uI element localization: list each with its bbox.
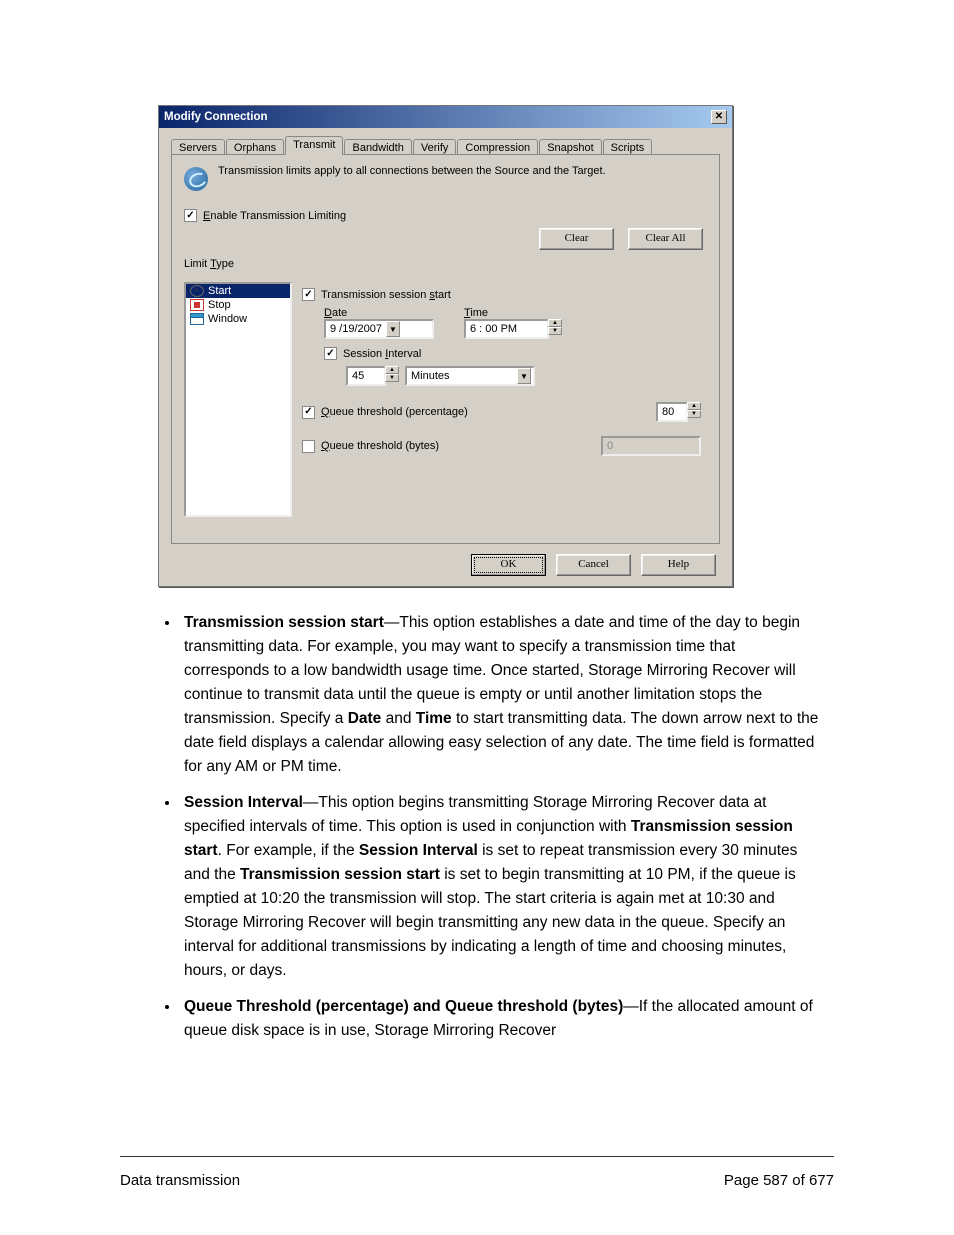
session-start-checkbox[interactable]: [302, 288, 315, 301]
window-icon: [190, 313, 204, 325]
interval-unit-dropdown[interactable]: Minutes▼: [405, 366, 535, 386]
footer-divider: [120, 1156, 834, 1157]
transmit-info-text: Transmission limits apply to all connect…: [218, 165, 606, 177]
queue-bytes-checkbox[interactable]: [302, 440, 315, 453]
ok-button[interactable]: OK: [471, 554, 546, 576]
enable-limiting-checkbox[interactable]: [184, 209, 197, 222]
queue-pct-input[interactable]: 80: [656, 402, 688, 422]
list-item: Queue Threshold (percentage) and Queue t…: [180, 995, 824, 1043]
chevron-down-icon[interactable]: ▼: [386, 321, 400, 337]
transmit-info-icon: [184, 167, 208, 191]
interval-spinner[interactable]: ▲▼: [385, 366, 399, 386]
date-label: Date: [324, 307, 434, 319]
date-input[interactable]: 9 /19/2007▼: [324, 319, 434, 339]
chevron-down-icon[interactable]: ▼: [517, 368, 531, 384]
footer-left: Data transmission: [120, 1172, 240, 1189]
dialog-titlebar[interactable]: Modify Connection ✕: [159, 106, 732, 128]
enable-limiting-label: Enable Transmission Limiting: [203, 210, 346, 222]
explanation-list: Transmission session start—This option e…: [180, 611, 834, 1043]
list-item: Transmission session start—This option e…: [180, 611, 824, 779]
queue-bytes-label: Queue threshold (bytes): [321, 440, 439, 452]
limit-type-listbox[interactable]: Start Stop Window: [184, 282, 292, 517]
clear-all-button[interactable]: Clear All: [628, 228, 703, 250]
time-input[interactable]: 6 : 00 PM: [464, 319, 549, 339]
list-item-start[interactable]: Start: [186, 284, 290, 298]
queue-pct-checkbox[interactable]: [302, 406, 315, 419]
queue-pct-spinner[interactable]: ▲▼: [687, 402, 701, 422]
session-interval-label: Session Interval: [343, 348, 421, 360]
transmit-panel: Transmission limits apply to all connect…: [171, 154, 720, 544]
stop-icon: [190, 299, 204, 311]
tab-strip: Servers Orphans Transmit Bandwidth Verif…: [171, 136, 720, 155]
clock-icon: [190, 285, 204, 297]
cancel-button[interactable]: Cancel: [556, 554, 631, 576]
interval-value-input[interactable]: 45: [346, 366, 386, 386]
modify-connection-dialog: Modify Connection ✕ Servers Orphans Tran…: [158, 105, 733, 587]
queue-pct-label: Queue threshold (percentage): [321, 406, 468, 418]
time-spinner[interactable]: ▲▼: [548, 319, 562, 339]
footer-right: Page 587 of 677: [724, 1172, 834, 1189]
session-interval-checkbox[interactable]: [324, 347, 337, 360]
time-label: Time: [464, 307, 562, 319]
clear-button[interactable]: Clear: [539, 228, 614, 250]
help-button[interactable]: Help: [641, 554, 716, 576]
limit-type-label: Limit Type: [184, 258, 707, 270]
close-icon[interactable]: ✕: [711, 110, 727, 124]
dialog-title: Modify Connection: [164, 111, 268, 123]
list-item: Session Interval—This option begins tran…: [180, 791, 824, 983]
session-start-label: Transmission session start: [321, 289, 451, 301]
list-item-window[interactable]: Window: [186, 312, 290, 326]
tab-transmit[interactable]: Transmit: [285, 136, 343, 155]
queue-bytes-input: 0: [601, 436, 701, 456]
list-item-stop[interactable]: Stop: [186, 298, 290, 312]
page-footer: Data transmission Page 587 of 677: [120, 1172, 834, 1189]
